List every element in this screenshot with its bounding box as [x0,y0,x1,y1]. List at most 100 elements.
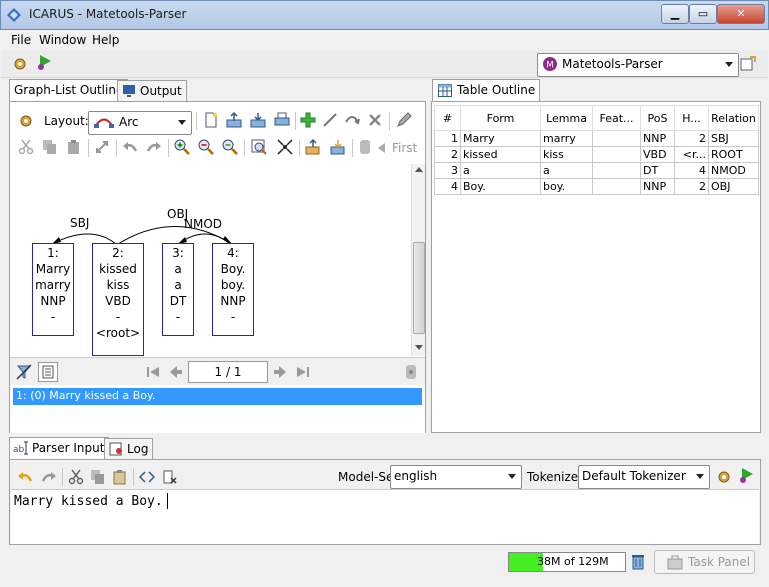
column-header[interactable]: Form [460,105,541,131]
expand-icon[interactable] [277,139,293,155]
list-item[interactable]: 1: (0) Marry kissed a Boy. [13,388,422,405]
previous-page-icon[interactable] [168,364,184,380]
perspective-select[interactable]: M Matetools-Parser [537,53,739,77]
last-page-icon[interactable] [295,364,311,380]
first-page-icon[interactable] [145,364,161,380]
maximize-button[interactable]: ▭ [689,4,717,24]
tokenizer-value: Default Tokenizer [582,469,686,483]
expand-arrow-icon[interactable] [330,139,346,155]
gear-icon[interactable] [18,113,34,129]
graph-canvas: SBJ OBJ NMOD 1: Marry marry NNP - 2: kissed ki… [10,164,411,356]
memory-indicator[interactable]: 38M of 129M [508,552,626,572]
scroll-thumb[interactable] [413,242,425,334]
gear-icon[interactable] [716,469,732,485]
column-header[interactable]: Feat... [592,105,641,131]
list-view-toggle[interactable] [38,362,58,382]
graph-scrollbar[interactable] [411,164,425,356]
column-header[interactable]: Lemma [540,105,593,131]
layout-select[interactable]: Arc [88,111,192,135]
copy-icon[interactable] [90,469,106,485]
add-edge-icon[interactable] [322,112,338,128]
svg-text:M: M [546,61,554,71]
tab-output[interactable]: Output [117,80,187,103]
scroll-down-icon[interactable] [415,345,423,350]
model-set-value: english [394,469,438,483]
page-input[interactable]: 1 / 1 [188,361,268,383]
filter-off-icon[interactable] [16,364,32,380]
zoom-reset-icon[interactable] [222,139,238,155]
tab-graph-list-outline[interactable]: Graph-List Outline [9,79,129,103]
table-row[interactable]: 2 kissed kiss VBD <r... ROOT [434,146,759,163]
table-header: # Form Lemma Feat... PoS H... Relation [434,105,759,131]
fit-view-icon[interactable] [251,139,267,155]
settings-gear-icon[interactable] [12,56,28,72]
paste-icon[interactable] [66,139,82,155]
window-title: ICARUS - Matetools-Parser [29,7,187,21]
minimize-button[interactable]: ▁ [661,4,689,24]
run-plugin-icon[interactable] [36,54,52,70]
print-icon[interactable] [274,112,290,128]
graph-node[interactable]: 1: Marry marry NNP - [32,243,74,336]
edit-pencil-icon[interactable] [396,112,412,128]
table-row[interactable]: 3 a a DT 4 NMOD [434,162,759,179]
table-row[interactable]: 1 Marry marry NNP 2 SBJ [434,130,759,147]
new-document-icon[interactable] [203,112,219,128]
document-icon[interactable] [357,139,373,155]
monitor-icon [123,85,135,97]
parser-input-body: Model-Set english Tokenizer Default Toke… [9,459,761,545]
clear-text-icon[interactable] [162,469,178,485]
menu-help[interactable]: Help [92,33,119,47]
import-icon[interactable] [250,112,266,128]
tab-table-outline[interactable]: Table Outline [432,79,541,103]
column-header[interactable]: Relation [708,105,759,131]
text-caret [167,493,168,509]
parser-input-area[interactable]: Marry kissed a Boy. [11,489,759,544]
new-window-icon[interactable] [740,56,756,72]
layout-value: Arc [119,115,139,129]
first-arrow-icon[interactable] [376,140,386,156]
delete-icon[interactable] [367,112,383,128]
tab-log[interactable]: Log [104,438,154,461]
graph-node[interactable]: 3: a a DT - [162,243,194,336]
copy-icon[interactable] [42,139,58,155]
arc-label-nmod: NMOD [184,217,222,231]
tokenizer-select[interactable]: Default Tokenizer [578,465,710,489]
undo-icon[interactable] [17,469,33,485]
code-icon[interactable] [139,469,155,485]
first-button[interactable]: First [392,141,417,155]
add-node-icon[interactable] [300,112,316,128]
cut-icon[interactable] [68,469,84,485]
column-header[interactable]: H... [674,105,709,131]
zoom-in-icon[interactable] [174,139,190,155]
paste-icon[interactable] [112,469,128,485]
table-row[interactable]: 4 Boy. boy. NNP 2 OBJ [434,178,759,195]
collapse-arrow-icon[interactable] [305,139,321,155]
cut-icon[interactable] [18,139,34,155]
redirect-edge-icon[interactable] [344,112,360,128]
model-set-select[interactable]: english [390,465,522,489]
graph-node[interactable]: 4: Boy. boy. NNP - [212,243,254,336]
scroll-up-icon[interactable] [415,167,423,172]
zoom-out-icon[interactable] [198,139,214,155]
column-header[interactable]: # [434,105,461,131]
run-parser-icon[interactable] [738,467,754,483]
trash-icon[interactable] [630,554,646,570]
arc-layout-icon [94,118,114,128]
graph-node[interactable]: 2: kissed kiss VBD - <root> [92,243,144,356]
redo-icon[interactable] [41,469,57,485]
redo-icon[interactable] [146,139,162,155]
menu-window[interactable]: Window [39,33,86,47]
status-bar: 38M of 129M Task Panel [0,546,769,587]
task-panel-button[interactable]: Task Panel [654,550,755,574]
undo-icon[interactable] [122,139,138,155]
clear-icon[interactable] [403,364,419,380]
tab-parser-input[interactable]: ab Parser Input [9,437,110,461]
export-icon[interactable] [226,112,242,128]
close-button[interactable]: ✕ [717,4,765,24]
column-header[interactable]: PoS [640,105,675,131]
menu-file[interactable]: File [11,33,31,47]
log-icon [109,442,122,456]
next-page-icon[interactable] [272,364,288,380]
layout-label: Layout: [44,114,89,128]
rearrange-icon[interactable] [94,139,110,155]
